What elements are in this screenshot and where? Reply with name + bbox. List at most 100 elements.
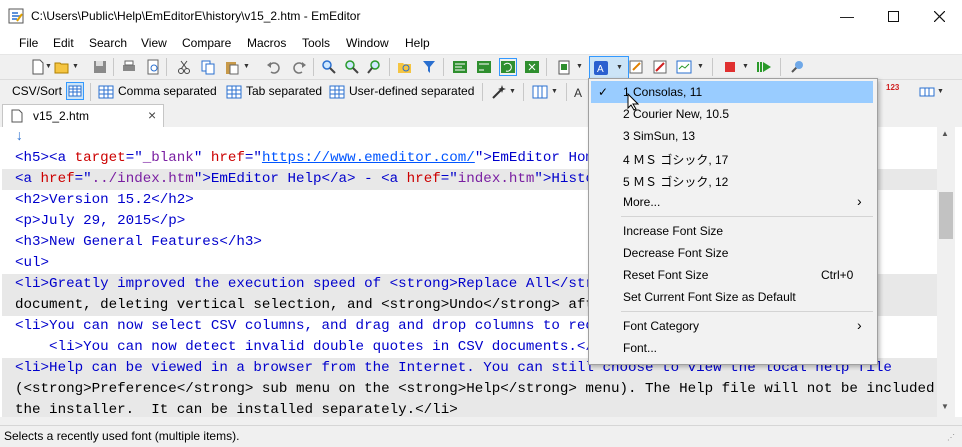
decrease-font-size-item[interactable]: Decrease Font Size (623, 246, 728, 260)
comma-separated-icon[interactable] (98, 84, 114, 100)
menu-help[interactable]: Help (405, 36, 430, 50)
tab-name: v15_2.htm (33, 109, 90, 123)
set-default-font-size-item[interactable]: Set Current Font Size as Default (623, 290, 796, 304)
toolbar-separator (523, 83, 524, 101)
macro-dropdown-arrow-icon[interactable]: ▼ (742, 63, 749, 70)
emeditor-app-icon[interactable] (8, 8, 24, 24)
plugins-dropdown-arrow-icon[interactable]: ▼ (697, 63, 704, 70)
reset-font-size-item[interactable]: Reset Font Size (623, 268, 708, 282)
pin-icon[interactable] (789, 59, 805, 75)
find-next-icon[interactable] (344, 59, 360, 75)
print-preview-icon[interactable] (145, 59, 161, 75)
toolbar-separator (546, 58, 547, 76)
magic-wand-icon[interactable] (491, 84, 507, 100)
macro-record-icon[interactable] (722, 59, 738, 75)
wrap-by-window-icon[interactable] (499, 58, 517, 76)
more-columns-icon[interactable] (919, 84, 935, 100)
menu-file[interactable]: File (19, 36, 38, 50)
scroll-up-icon[interactable]: ▲ (941, 129, 949, 138)
user-defined-separated-button[interactable]: User-defined separated (349, 84, 474, 98)
customize-icon[interactable] (652, 59, 668, 75)
font-dropdown-arrow-icon[interactable]: ▼ (616, 64, 623, 71)
tab-close-icon[interactable]: × (148, 107, 156, 123)
toolbar-separator (443, 58, 444, 76)
code-line-ul: <ul> (15, 255, 50, 271)
menu-macros[interactable]: Macros (247, 36, 286, 50)
clipboard-icon[interactable] (556, 59, 572, 75)
recent-font-item-2[interactable]: 2 Courier New, 10.5 (623, 107, 729, 121)
toolbar-separator (712, 58, 713, 76)
paste-icon[interactable] (224, 59, 240, 75)
paste-dropdown-arrow-icon[interactable]: ▼ (243, 63, 250, 70)
recent-font-item-4[interactable]: 4 ＭＳ ゴシック, 17 (623, 151, 728, 168)
resize-grip-icon[interactable]: ⋰ (947, 433, 955, 442)
cut-icon[interactable] (176, 59, 192, 75)
filter-icon[interactable] (421, 59, 437, 75)
recent-font-item-3[interactable]: 3 SimSun, 13 (623, 129, 695, 143)
menu-view[interactable]: View (141, 36, 167, 50)
wand-dropdown-arrow-icon[interactable]: ▼ (509, 88, 516, 95)
toolbar-separator (780, 58, 781, 76)
close-window-button[interactable] (916, 0, 962, 32)
minimize-button[interactable]: — (824, 0, 870, 32)
find-icon[interactable] (321, 59, 337, 75)
open-folder-icon[interactable] (54, 59, 70, 75)
print-icon[interactable] (121, 59, 137, 75)
window-title: C:\Users\Public\Help\EmEditorE\history\v… (31, 9, 361, 23)
vertical-scrollbar[interactable]: ▲ ▼ (937, 127, 955, 417)
sort-icon[interactable]: A (573, 84, 589, 100)
find-previous-icon[interactable] (367, 59, 383, 75)
counter-label[interactable]: 123 (886, 83, 899, 92)
more-fonts-item[interactable]: More... (623, 195, 660, 209)
redo-icon[interactable] (291, 59, 307, 75)
new-file-icon[interactable] (30, 59, 46, 75)
clipboard-dropdown-arrow-icon[interactable]: ▼ (576, 63, 583, 70)
open-dropdown-arrow-icon[interactable]: ▼ (72, 63, 79, 70)
toolbar-separator (166, 58, 167, 76)
menu-tools[interactable]: Tools (302, 36, 330, 50)
columns-icon[interactable] (532, 84, 548, 100)
toolbar-separator (113, 58, 114, 76)
scroll-down-icon[interactable]: ▼ (941, 402, 949, 411)
scrollbar-thumb[interactable] (939, 192, 953, 239)
maximize-button[interactable] (870, 0, 916, 32)
code-line-doc: document, deleting vertical selection, a… (15, 297, 628, 313)
font-icon: A (594, 61, 608, 75)
increase-font-size-item[interactable]: Increase Font Size (623, 224, 723, 238)
font-category-item[interactable]: Font Category (623, 319, 699, 333)
find-in-files-icon[interactable] (397, 59, 413, 75)
comma-separated-button[interactable]: Comma separated (118, 84, 217, 98)
toolbar-separator (389, 58, 390, 76)
tab-separated-button[interactable]: Tab separated (246, 84, 322, 98)
font-dialog-item[interactable]: Font... (623, 341, 657, 355)
code-line-pref: (<strong>Preference</strong> sub menu on… (15, 381, 937, 397)
macro-run-icon[interactable] (756, 59, 772, 75)
menu-window[interactable]: Window (346, 36, 389, 50)
document-tab[interactable]: v15_2.htm × (2, 104, 164, 127)
recent-font-item-5[interactable]: 5 ＭＳ ゴシック, 12 (623, 173, 728, 190)
minimize-icon: — (840, 8, 854, 24)
undo-icon[interactable] (266, 59, 282, 75)
user-defined-separated-icon[interactable] (329, 84, 345, 100)
word-wrap-icon[interactable] (452, 59, 468, 75)
font-button[interactable]: A ▼ (589, 56, 629, 80)
columns-dropdown-arrow-icon[interactable]: ▼ (551, 88, 558, 95)
font-dropdown-menu: ✓ 1 Consolas, 11 2 Courier New, 10.5 3 S… (588, 78, 878, 365)
code-line-li3: <li>You can now detect invalid double qu… (15, 339, 620, 355)
copy-icon[interactable] (200, 59, 216, 75)
wrap-by-chars-icon[interactable] (476, 59, 492, 75)
menu-edit[interactable]: Edit (53, 36, 74, 50)
text-mode-icon[interactable] (66, 82, 84, 100)
menu-compare[interactable]: Compare (182, 36, 231, 50)
tab-separated-icon[interactable] (226, 84, 242, 100)
code-line-p: <p>July 29, 2015</p> (15, 213, 186, 229)
wrap-by-page-icon[interactable] (524, 59, 540, 75)
more-dropdown-arrow-icon[interactable]: ▼ (937, 88, 944, 95)
newline-mark: ↓ (15, 129, 24, 145)
horizontal-scrollbar[interactable] (0, 417, 962, 425)
plugins-icon[interactable] (676, 59, 692, 75)
save-icon[interactable] (92, 59, 108, 75)
menu-search[interactable]: Search (89, 36, 127, 50)
configuration-properties-icon[interactable] (628, 59, 644, 75)
new-dropdown-arrow-icon[interactable]: ▼ (45, 63, 52, 70)
